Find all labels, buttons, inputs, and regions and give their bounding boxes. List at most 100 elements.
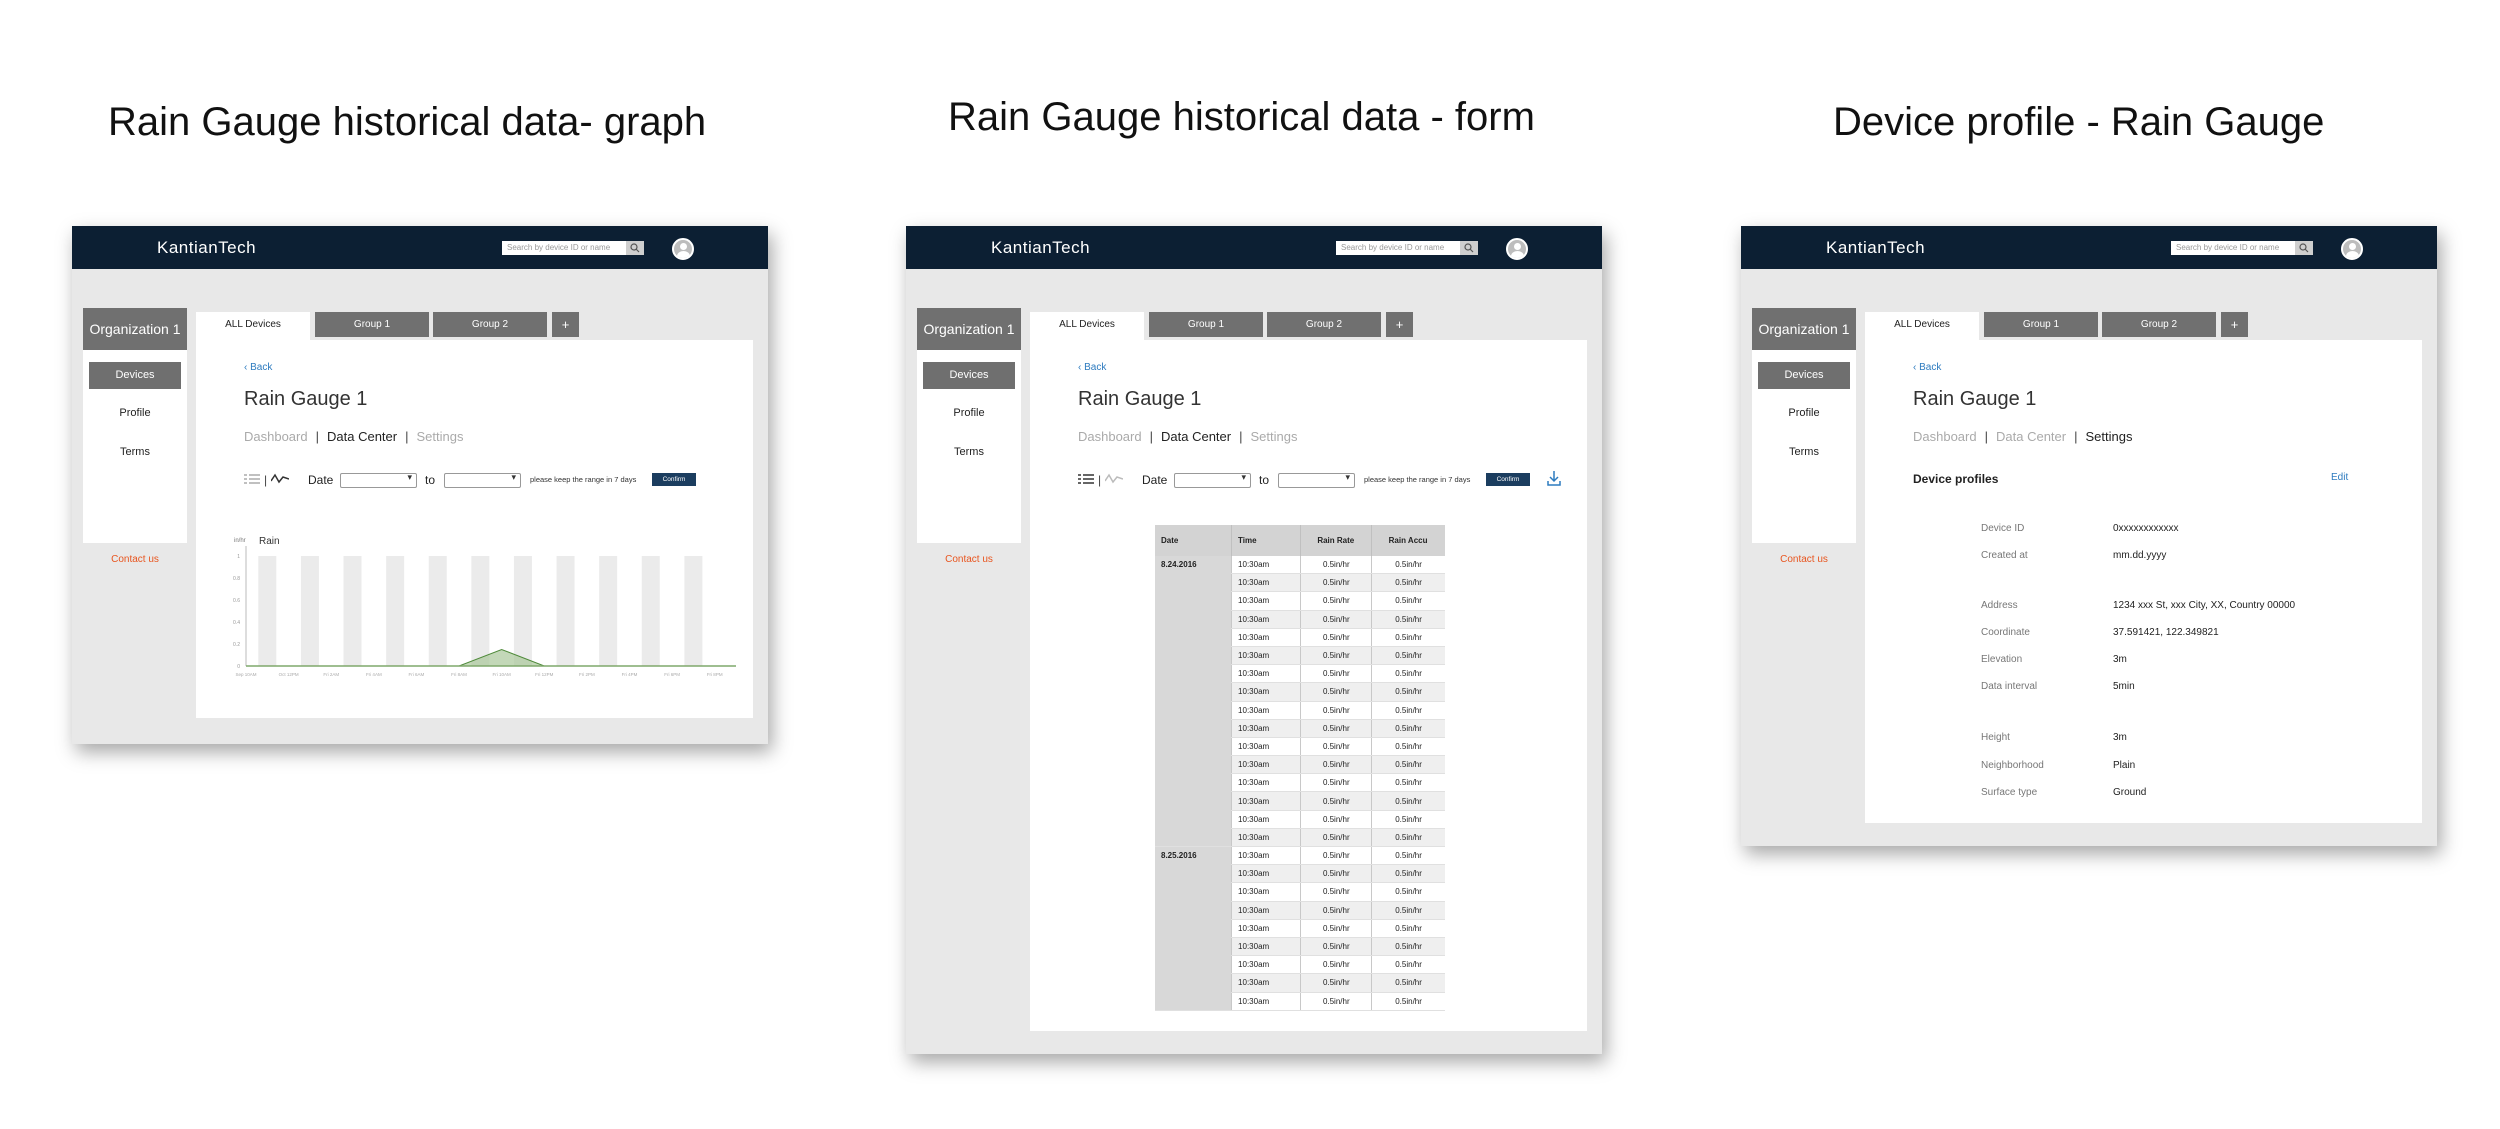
data-table: Date Time Rain Rate Rain Accu 8.24.2016 1… — [1155, 525, 1445, 1011]
rain-accu-cell: 0.5in/hr — [1371, 610, 1445, 629]
sidebar-item-devices[interactable]: Devices — [89, 362, 181, 389]
profile-field-value: 0xxxxxxxxxxxx — [2113, 523, 2179, 534]
rain-accu-cell: 0.5in/hr — [1371, 955, 1445, 975]
back-link[interactable]: ‹ Back — [1078, 362, 1106, 373]
search-input[interactable]: Search by device ID or name — [502, 241, 640, 255]
sidebar-item-devices[interactable]: Devices — [1758, 362, 1850, 389]
end-date-select[interactable] — [444, 472, 521, 488]
download-icon[interactable] — [1547, 470, 1561, 489]
profile-field-label: Neighborhood — [1981, 760, 2044, 771]
time-cell: 10:30am — [1231, 573, 1301, 593]
add-tab-button[interactable]: + — [552, 312, 579, 337]
start-date-select[interactable] — [1174, 472, 1251, 488]
device-title: Rain Gauge 1 — [244, 388, 368, 410]
profile-field-value: Ground — [2113, 787, 2147, 798]
avatar[interactable] — [1506, 238, 1528, 260]
y-tick-label: 0.2 — [233, 642, 240, 648]
rain-accu-cell: 0.5in/hr — [1371, 901, 1445, 920]
subnav-settings[interactable]: Settings — [2085, 429, 2132, 444]
sidebar-item-profile[interactable]: Profile — [923, 400, 1015, 427]
contact-link[interactable]: Contact us — [83, 554, 187, 565]
subnav-dashboard[interactable]: Dashboard — [1913, 429, 1977, 444]
avatar[interactable] — [2341, 238, 2363, 260]
graph-view-icon[interactable] — [270, 473, 290, 488]
tab-all-devices[interactable]: ALL Devices — [1030, 312, 1144, 342]
profile-field-label: Device ID — [1981, 523, 2025, 534]
subnav-data-center[interactable]: Data Center — [327, 429, 397, 444]
tab-group-1[interactable]: Group 1 — [1984, 312, 2098, 337]
sidebar-item-devices[interactable]: Devices — [923, 362, 1015, 389]
tab-group-1[interactable]: Group 1 — [315, 312, 429, 337]
to-label: to — [1259, 473, 1270, 487]
start-date-select[interactable] — [340, 472, 417, 488]
rain-rate-cell: 0.5in/hr — [1300, 791, 1372, 811]
search-button[interactable] — [626, 241, 644, 255]
contact-link[interactable]: Contact us — [1752, 554, 1856, 565]
sidebar-item-profile[interactable]: Profile — [1758, 400, 1850, 427]
search-icon — [2299, 243, 2309, 253]
end-date-select[interactable] — [1278, 472, 1355, 488]
subnav-dashboard[interactable]: Dashboard — [1078, 429, 1142, 444]
search-input[interactable]: Search by device ID or name — [1336, 241, 1474, 255]
time-cell: 10:30am — [1231, 791, 1301, 811]
subnav-dashboard[interactable]: Dashboard — [244, 429, 308, 444]
sidebar-item-terms[interactable]: Terms — [1758, 439, 1850, 466]
x-tick-label: Fri 6PM — [664, 672, 680, 677]
back-link[interactable]: ‹ Back — [244, 362, 272, 373]
rain-rate-cell: 0.5in/hr — [1300, 919, 1372, 938]
x-tick-label: Oct 12PM — [279, 672, 299, 677]
subnav-settings[interactable]: Settings — [416, 429, 463, 444]
x-tick-label: Fri 8AM — [451, 672, 467, 677]
form-screen: KantianTech Search by device ID or name … — [906, 226, 1602, 1054]
avatar[interactable] — [672, 238, 694, 260]
chart-bar — [471, 556, 490, 666]
organization-button[interactable]: Organization 1 — [83, 308, 187, 350]
rain-rate-cell: 0.5in/hr — [1300, 682, 1372, 702]
sidebar-item-terms[interactable]: Terms — [89, 439, 181, 466]
back-link[interactable]: ‹ Back — [1913, 362, 1941, 373]
tab-group-2[interactable]: Group 2 — [433, 312, 547, 337]
graph-view-icon[interactable] — [1104, 473, 1124, 488]
organization-button[interactable]: Organization 1 — [917, 308, 1021, 350]
chart-bar — [343, 556, 362, 666]
time-cell: 10:30am — [1231, 646, 1301, 666]
chart-bar — [386, 556, 405, 666]
tab-all-devices[interactable]: ALL Devices — [1865, 312, 1979, 342]
list-view-icon[interactable] — [244, 473, 260, 488]
tab-group-2[interactable]: Group 2 — [2102, 312, 2216, 337]
sidebar-item-profile[interactable]: Profile — [89, 400, 181, 427]
chart-bar — [513, 556, 532, 666]
rain-rate-cell: 0.5in/hr — [1300, 573, 1372, 593]
time-cell: 10:30am — [1231, 864, 1301, 884]
device-subnav: Dashboard | Data Center | Settings — [1913, 429, 2133, 444]
tab-all-devices[interactable]: ALL Devices — [196, 312, 310, 342]
confirm-button[interactable]: Confirm — [652, 473, 696, 486]
sidebar-item-terms[interactable]: Terms — [923, 439, 1015, 466]
contact-link[interactable]: Contact us — [917, 554, 1021, 565]
search-input[interactable]: Search by device ID or name — [2171, 241, 2309, 255]
rain-accu-cell: 0.5in/hr — [1371, 882, 1445, 902]
date-cell: 8.25.2016 — [1155, 846, 1232, 1011]
add-tab-button[interactable]: + — [2221, 312, 2248, 337]
rain-accu-cell: 0.5in/hr — [1371, 682, 1445, 702]
graph-screen: KantianTech Search by device ID or name … — [72, 226, 768, 744]
sidebar: Devices Profile Terms Contact us — [1752, 350, 1856, 565]
subnav-settings[interactable]: Settings — [1250, 429, 1297, 444]
subnav-data-center[interactable]: Data Center — [1996, 429, 2066, 444]
view-divider: | — [1098, 473, 1102, 487]
rain-accu-cell: 0.5in/hr — [1371, 646, 1445, 666]
y-tick-label: 0.8 — [233, 576, 240, 582]
tab-group-1[interactable]: Group 1 — [1149, 312, 1263, 337]
tab-group-2[interactable]: Group 2 — [1267, 312, 1381, 337]
edit-link[interactable]: Edit — [2331, 472, 2348, 483]
add-tab-button[interactable]: + — [1386, 312, 1413, 337]
confirm-button[interactable]: Confirm — [1486, 473, 1530, 486]
list-view-icon[interactable] — [1078, 473, 1094, 488]
search-button[interactable] — [2295, 241, 2313, 255]
subnav-data-center[interactable]: Data Center — [1161, 429, 1231, 444]
rain-rate-cell: 0.5in/hr — [1300, 937, 1372, 957]
sidebar: Devices Profile Terms Contact us — [83, 350, 187, 565]
organization-button[interactable]: Organization 1 — [1752, 308, 1856, 350]
profile-screen: KantianTech Search by device ID or name … — [1741, 226, 2437, 846]
search-button[interactable] — [1460, 241, 1478, 255]
